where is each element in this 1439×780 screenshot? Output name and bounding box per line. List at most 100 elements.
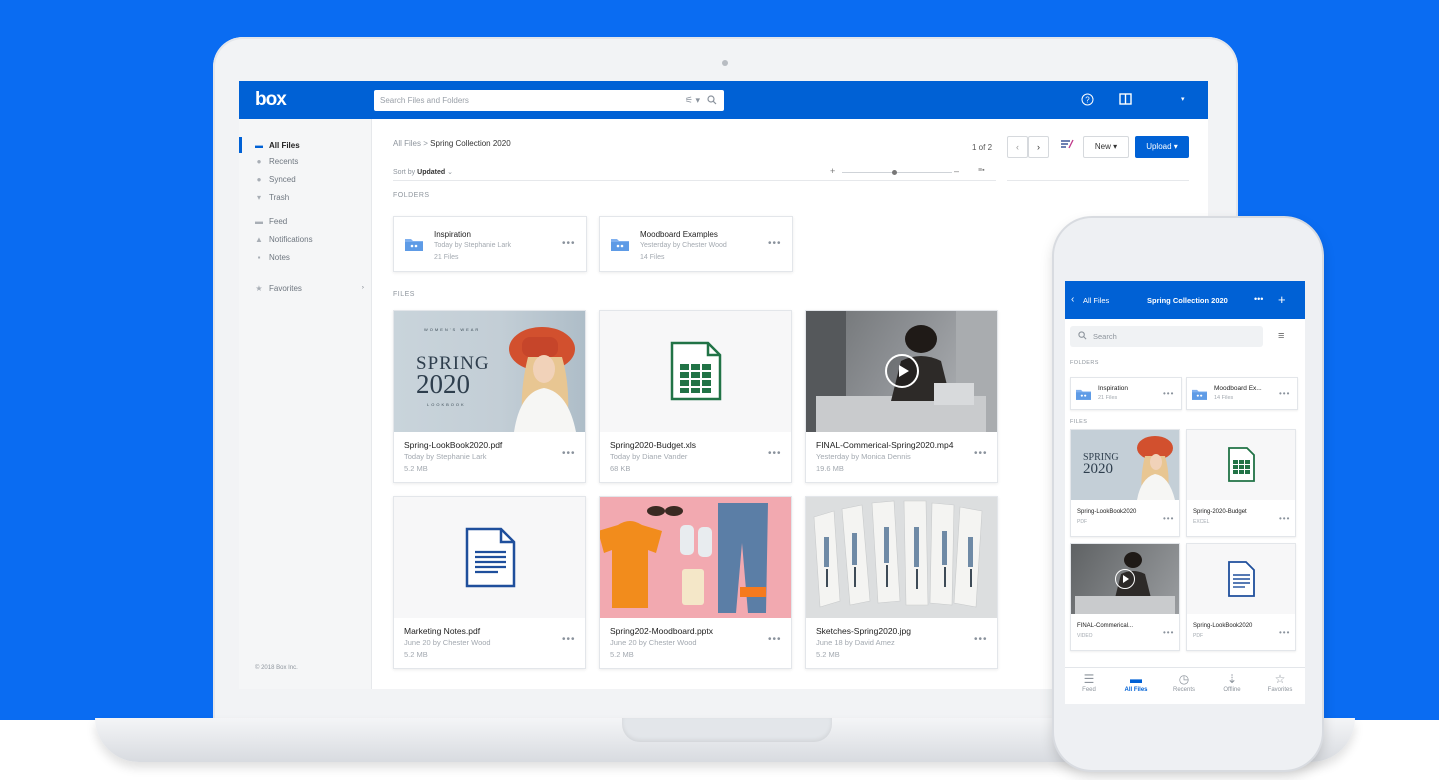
more-options-icon[interactable]: ••• [768,238,782,249]
file-card[interactable]: Spring2020-Budget.xls Today by Diane Van… [599,310,792,483]
nav-label: All Files [1124,687,1148,693]
mobile-file-card[interactable]: Spring-LookBook2020 PDF ••• [1186,543,1296,651]
mobile-search-bar[interactable]: Search [1070,326,1263,347]
download-icon: ⇣ [1226,672,1238,686]
chevron-right-icon: › [1037,142,1040,152]
help-icon[interactable]: ? [1081,93,1094,110]
more-options-icon[interactable]: ••• [1254,294,1263,304]
sidebar-item-trash[interactable]: ▾ Trash [239,189,372,205]
zoom-slider[interactable]: + – ≡▪ [830,166,990,177]
more-options-icon[interactable]: ••• [1163,389,1174,398]
file-name: Spring-LookBook2020 [1077,509,1137,515]
zoom-handle[interactable] [892,170,897,175]
play-button[interactable] [1115,569,1135,589]
mobile-header: ‹ All Files Spring Collection 2020 ••• + [1065,281,1305,319]
file-card[interactable]: Spring202-Moodboard.pptx June 20 by Ches… [599,496,792,669]
back-button[interactable]: All Files [1083,296,1109,305]
panel-icon[interactable] [1119,93,1132,109]
nav-favorites[interactable]: ☆ Favorites [1256,671,1304,693]
sort-control[interactable]: Sort by Updated ⌄ [393,168,453,176]
more-options-icon[interactable]: ••• [562,634,576,645]
play-button[interactable] [885,354,919,388]
nav-offline[interactable]: ⇣ Offline [1208,671,1256,693]
file-subtitle: June 20 by Chester Wood [610,638,697,647]
mobile-app: ‹ All Files Spring Collection 2020 ••• +… [1065,281,1305,704]
mobile-file-card[interactable]: Spring-2020-Budget EXCEL ••• [1186,429,1296,537]
breadcrumb-root[interactable]: All Files [393,139,421,148]
back-chevron-icon[interactable]: ‹ [1071,294,1074,305]
next-page-button[interactable]: › [1028,136,1049,158]
file-subtitle: Today by Stephanie Lark [404,452,487,461]
upload-button[interactable]: Upload ▾ [1135,136,1189,158]
mobile-search-placeholder: Search [1093,332,1117,341]
sidebar-item-notes[interactable]: ▪ Notes [239,249,372,265]
new-button[interactable]: New ▾ [1083,136,1129,158]
more-options-icon[interactable]: ••• [768,634,782,645]
chevron-down-icon: ⌄ [447,169,453,176]
more-options-icon[interactable]: ••• [768,448,782,459]
sort-icon[interactable]: ≡ [1278,330,1284,342]
file-card[interactable]: FINAL-Commerical-Spring2020.mp4 Yesterda… [805,310,998,483]
nav-all-files[interactable]: ▬ All Files [1112,671,1160,693]
lookbook-year: 2020 [1083,461,1113,477]
more-options-icon[interactable]: ••• [1279,628,1290,637]
folder-card[interactable]: Inspiration Today by Stephanie Lark 21 F… [393,216,587,272]
zoom-in-icon[interactable]: + [830,166,835,176]
sort-lines-icon [1060,139,1074,149]
file-size: 68 KB [610,464,631,473]
sidebar-item-feed[interactable]: ▬ Feed [239,213,372,229]
nav-label: Feed [1082,687,1096,693]
file-name: Spring-LookBook2020 [1193,623,1253,629]
file-card[interactable]: Marketing Notes.pdf June 20 by Chester W… [393,496,586,669]
file-card[interactable]: Sketches-Spring2020.jpg June 18 by David… [805,496,998,669]
search-icon [1078,331,1087,342]
mobile-folder-card[interactable]: Inspiration 21 Files ••• [1070,377,1182,410]
file-name: Spring2020-Budget.xls [610,440,697,450]
nav-recents[interactable]: ◷ Recents [1160,671,1208,693]
file-subtitle: June 20 by Chester Wood [404,638,491,647]
filter-icon[interactable]: ⚟ ▾ [685,95,700,106]
mobile-folder-card[interactable]: Moodboard Ex... 14 Files ••• [1186,377,1298,410]
more-options-icon[interactable]: ••• [562,448,576,459]
shared-folder-icon [611,239,629,251]
grid-view-icon[interactable]: ≡▪ [978,167,985,174]
search-input[interactable] [374,91,685,110]
sidebar-item-favorites[interactable]: ★ Favorites › [239,280,372,296]
search-icon[interactable] [707,94,717,107]
sidebar-item-synced[interactable]: ● Synced [239,171,372,187]
sort-prefix: Sort by [393,169,416,176]
document-icon [1228,561,1255,597]
more-options-icon[interactable]: ••• [1163,514,1174,523]
zoom-out-icon[interactable]: – [954,166,959,176]
prev-page-button[interactable]: ‹ [1007,136,1028,158]
chevron-right-icon[interactable]: › [362,285,364,291]
folder-icon: ▬ [255,140,263,150]
more-options-icon[interactable]: ••• [1279,389,1290,398]
mobile-file-card[interactable]: FINAL-Commerical... VIDEO ••• [1070,543,1180,651]
more-options-icon[interactable]: ••• [974,448,988,459]
sidebar-item-notifications[interactable]: ▲ Notifications [239,231,372,247]
sidebar-item-recents[interactable]: ● Recents [239,153,372,169]
add-icon[interactable]: + [1278,292,1286,307]
bell-icon: ▲ [255,234,263,244]
file-card[interactable]: WOMEN'S WEAR SPRING 2020 LOOKBOOK Spring… [393,310,586,483]
more-options-icon[interactable]: ••• [974,634,988,645]
clock-icon: ● [256,156,262,166]
mobile-file-card[interactable]: SPRING 2020 Spring-LookBook2020 PDF ••• [1070,429,1180,537]
laptop-camera [722,60,728,66]
shared-folder-icon [405,239,423,251]
spreadsheet-icon [670,341,722,401]
app-header: box ⚟ ▾ ? ▾ [239,81,1208,119]
sort-value: Updated [417,169,446,176]
sidebar-item-all-files[interactable]: ▬ All Files [239,137,372,153]
sidebar-item-label: Notes [269,252,290,262]
folder-card[interactable]: Moodboard Examples Yesterday by Chester … [599,216,793,272]
box-logo[interactable]: box [255,89,287,111]
more-options-icon[interactable]: ••• [1279,514,1290,523]
breadcrumb-current: Spring Collection 2020 [430,139,511,148]
list-view-button[interactable] [1055,136,1078,158]
nav-feed[interactable]: ☰ Feed [1065,671,1113,693]
user-menu-chevron-icon[interactable]: ▾ [1181,93,1185,106]
more-options-icon[interactable]: ••• [1163,628,1174,637]
more-options-icon[interactable]: ••• [562,238,576,249]
